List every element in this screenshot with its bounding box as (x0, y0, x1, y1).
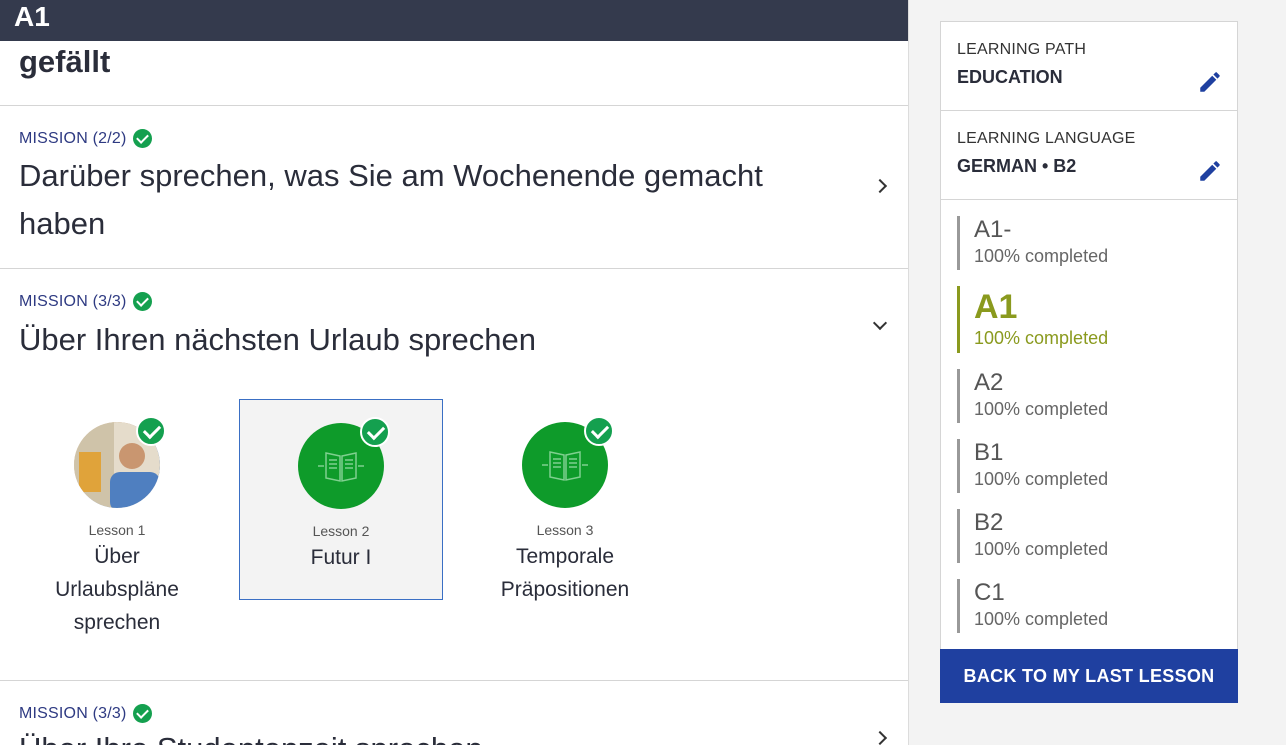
lesson-card-2[interactable]: Lesson 2 Futur I (239, 399, 443, 600)
mission-card-1[interactable]: MISSION (2/2) Darüber sprechen, was Sie … (0, 106, 908, 269)
level-progress: 100% completed (974, 246, 1109, 266)
chevron-right-icon[interactable] (872, 730, 888, 745)
check-icon (132, 704, 152, 723)
lesson-thumbnail (522, 416, 614, 508)
level-progress: 100% completed (974, 469, 1109, 489)
learning-language-value: GERMAN • B2 (957, 156, 1077, 176)
mission-list: gefällt MISSION (2/2) Darüber sprechen, … (0, 0, 909, 745)
level-item-a1[interactable]: A1 100% completed (957, 286, 1221, 353)
check-icon (132, 129, 152, 148)
level-progress: 100% completed (974, 399, 1109, 419)
completed-check-icon (136, 416, 166, 446)
lesson-name: Über Urlaubspläne sprechen (55, 545, 179, 634)
completed-check-icon (584, 416, 614, 446)
level-name: B2 (974, 509, 1004, 536)
learning-language-label: LEARNING LANGUAGE (957, 130, 1136, 147)
mission-label: MISSION (3/3) (19, 704, 152, 723)
mission-label: MISSION (3/3) (19, 292, 152, 311)
mission-card-2[interactable]: MISSION (3/3) Über Ihren nächsten Urlaub… (0, 269, 908, 681)
learning-path-value: EDUCATION (957, 67, 1063, 87)
level-progress: 100% completed (974, 539, 1109, 559)
level-item-b1[interactable]: B1 100% completed (957, 439, 1221, 493)
lesson-thumbnail (298, 417, 390, 509)
mission-count: MISSION (3/3) (19, 704, 127, 722)
mission-title: Über Ihren nächsten Urlaub sprechen (19, 322, 536, 357)
learning-path-label: LEARNING PATH (957, 41, 1087, 58)
level-name: A1 (974, 288, 1018, 326)
level-name: C1 (974, 579, 1005, 606)
learning-path-card: LEARNING PATH EDUCATION (940, 21, 1238, 111)
lesson-thumbnail (74, 416, 166, 508)
edit-pencil-icon[interactable] (1197, 158, 1223, 184)
lesson-name: Temporale Präpositionen (500, 545, 630, 601)
mission-label: MISSION (2/2) (19, 129, 152, 148)
level-item-b2[interactable]: B2 100% completed (957, 509, 1221, 563)
lesson-card-3[interactable]: Lesson 3 Temporale Präpositionen (463, 416, 667, 602)
level-progress: 100% completed (974, 609, 1109, 629)
level-name: B1 (974, 439, 1004, 466)
level-header: A1 (0, 0, 908, 41)
level-item-c1[interactable]: C1 100% completed (957, 579, 1221, 633)
mission-title: Über Ihre Studentenzeit sprechen (19, 725, 819, 745)
check-icon (132, 292, 152, 311)
completed-check-icon (360, 417, 390, 447)
edit-pencil-icon[interactable] (1197, 69, 1223, 95)
level-list: A1- 100% completed A1 100% completed A2 … (940, 200, 1238, 650)
previous-mission-title: gefällt (19, 44, 111, 79)
level-progress: 100% completed (974, 328, 1109, 348)
mission-count: MISSION (2/2) (19, 129, 127, 147)
chevron-right-icon[interactable] (872, 178, 888, 194)
lesson-number: Lesson 1 (88, 522, 146, 538)
back-to-last-lesson-button[interactable]: BACK TO MY LAST LESSON (940, 649, 1238, 703)
lesson-name: Futur I (310, 546, 372, 569)
lesson-number: Lesson 2 (312, 523, 370, 539)
mission-card-3[interactable]: MISSION (3/3) Über Ihre Studentenzeit sp… (0, 681, 908, 745)
level-name: A1- (974, 216, 1012, 243)
chevron-down-icon[interactable] (872, 315, 888, 331)
lesson-number: Lesson 3 (536, 522, 594, 538)
mission-title: Darüber sprechen, was Sie am Wochenende … (19, 158, 763, 241)
level-name: A2 (974, 369, 1004, 396)
level-item-a1-minus[interactable]: A1- 100% completed (957, 216, 1221, 270)
learning-language-card: LEARNING LANGUAGE GERMAN • B2 (940, 111, 1238, 200)
lesson-card-1[interactable]: Lesson 1 Über Urlaubspläne sprechen (15, 416, 219, 637)
level-item-a2[interactable]: A2 100% completed (957, 369, 1221, 423)
book-icon (318, 452, 364, 482)
mission-count: MISSION (3/3) (19, 292, 127, 310)
book-icon (542, 451, 588, 481)
sidebar: LEARNING PATH EDUCATION LEARNING LANGUAG… (940, 21, 1238, 650)
